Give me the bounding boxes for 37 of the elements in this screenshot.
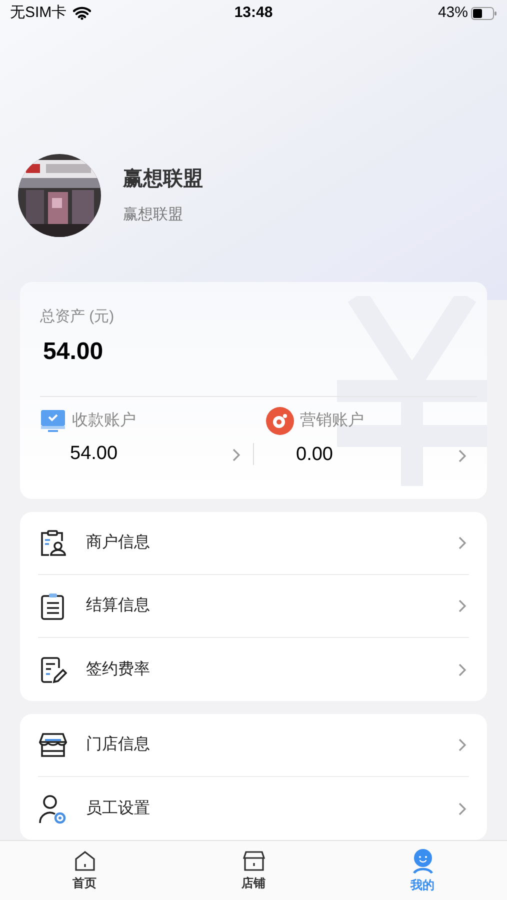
battery-icon [471, 6, 497, 20]
menu-item[interactable]: 结算信息 [38, 575, 469, 638]
clipboard-list-icon [39, 592, 67, 620]
home-icon [74, 850, 96, 872]
chevron-right-icon [458, 738, 467, 752]
carrier-text: 无SIM卡 [10, 3, 67, 24]
battery-text: 43% [438, 3, 468, 24]
storefront-icon [39, 731, 67, 759]
menu-item[interactable]: 签约费率 [38, 638, 469, 701]
merchant-subtitle: 赢想联盟 [123, 205, 184, 226]
account-label: 营销账户 [300, 410, 364, 432]
menu-item[interactable]: 员工设置 [38, 777, 469, 840]
account-label: 收款账户 [72, 410, 136, 432]
tab[interactable]: 首页 [0, 841, 169, 900]
clock-text: 13:48 [234, 3, 273, 24]
user-icon [410, 848, 434, 874]
shop-icon [242, 850, 264, 872]
merchant-name: 赢想联盟 [123, 167, 203, 192]
menu-item[interactable]: 门店信息 [38, 714, 469, 777]
chevron-right-icon [458, 448, 467, 463]
account-amount: 54.00 [70, 442, 118, 466]
document-pen-icon [39, 656, 67, 684]
total-assets-label: 总资产 (元) [40, 306, 116, 327]
target-icon [266, 407, 294, 436]
tab[interactable]: 店铺 [169, 841, 338, 900]
menu-item[interactable]: 商户信息 [38, 512, 469, 575]
chevron-right-icon [458, 802, 467, 816]
chevron-right-icon [458, 662, 467, 676]
clipboard-person-icon [39, 529, 67, 557]
person-gear-icon [38, 794, 68, 824]
chevron-right-icon [232, 448, 241, 462]
monitor-check-icon [40, 408, 66, 434]
total-assets-amount: 54.00 [43, 337, 104, 368]
chevron-right-icon [458, 536, 467, 550]
account-amount: 0.00 [296, 443, 333, 468]
chevron-right-icon [458, 599, 467, 613]
wifi-icon [72, 6, 91, 20]
